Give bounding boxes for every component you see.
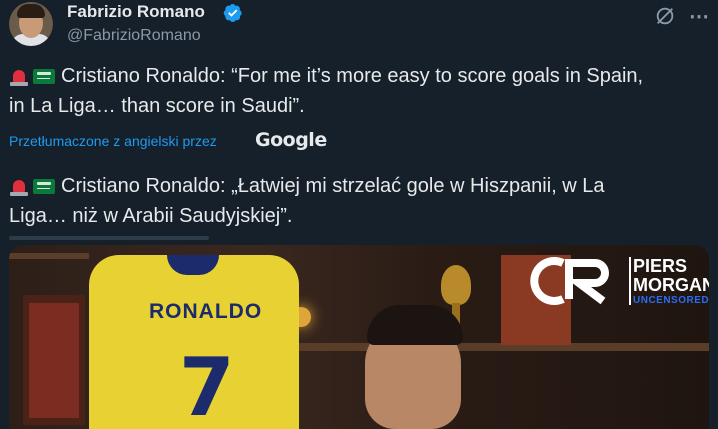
- tweet-original-line2: in La Liga… than score in Saudi”.: [9, 95, 305, 117]
- person-hair: [367, 305, 463, 345]
- logo-subtitle: UNCENSORED: [633, 295, 709, 306]
- logo-title: PIERS MORGAN: [633, 257, 709, 295]
- tweet-translation-line2: Liga… niż w Arabii Saudyjskiej”.: [9, 205, 293, 227]
- more-options-icon[interactable]: ⋯: [689, 4, 710, 29]
- author-avatar[interactable]: [9, 2, 53, 46]
- logo-divider: [629, 257, 631, 305]
- author-name[interactable]: Fabrizio Romano: [67, 2, 205, 22]
- translation-text-line: Cristiano Ronaldo: „Łatwiej mi strzelać …: [9, 172, 605, 200]
- jersey-name: RONALDO: [149, 300, 263, 323]
- translation-attribution[interactable]: Przetłumaczone z angielski przez: [9, 133, 217, 149]
- shelf: [289, 343, 709, 351]
- jersey-number: 7: [179, 341, 235, 429]
- police-light-emoji: [9, 177, 29, 197]
- logo-title-line1: PIERS: [633, 256, 688, 276]
- tweet-text-line: Cristiano Ronaldo: “For me it’s more eas…: [9, 62, 643, 90]
- google-logo: Google: [255, 129, 327, 151]
- tweet-original-line1: Cristiano Ronaldo: “For me it’s more eas…: [61, 65, 644, 87]
- shelf: [9, 253, 89, 259]
- grok-icon[interactable]: [654, 5, 676, 27]
- partially-hidden-text: [9, 236, 209, 240]
- verified-badge-icon: [223, 4, 242, 22]
- author-handle[interactable]: @FabrizioRomano: [67, 27, 201, 45]
- tweet-translation-line1: Cristiano Ronaldo: „Łatwiej mi strzelać …: [61, 175, 605, 197]
- framed-photo-inner: [29, 303, 79, 418]
- police-light-emoji: [9, 67, 29, 87]
- saudi-flag-emoji: [33, 69, 55, 85]
- jersey: 7: [89, 255, 299, 429]
- tweet-video[interactable]: 7 RONALDO PIERS MORGAN UNCENSORED: [9, 245, 709, 429]
- saudi-flag-emoji: [33, 179, 55, 195]
- logo-title-line2: MORGAN: [633, 275, 709, 295]
- cr-logo-icon: [530, 257, 609, 305]
- trophy: [441, 265, 471, 305]
